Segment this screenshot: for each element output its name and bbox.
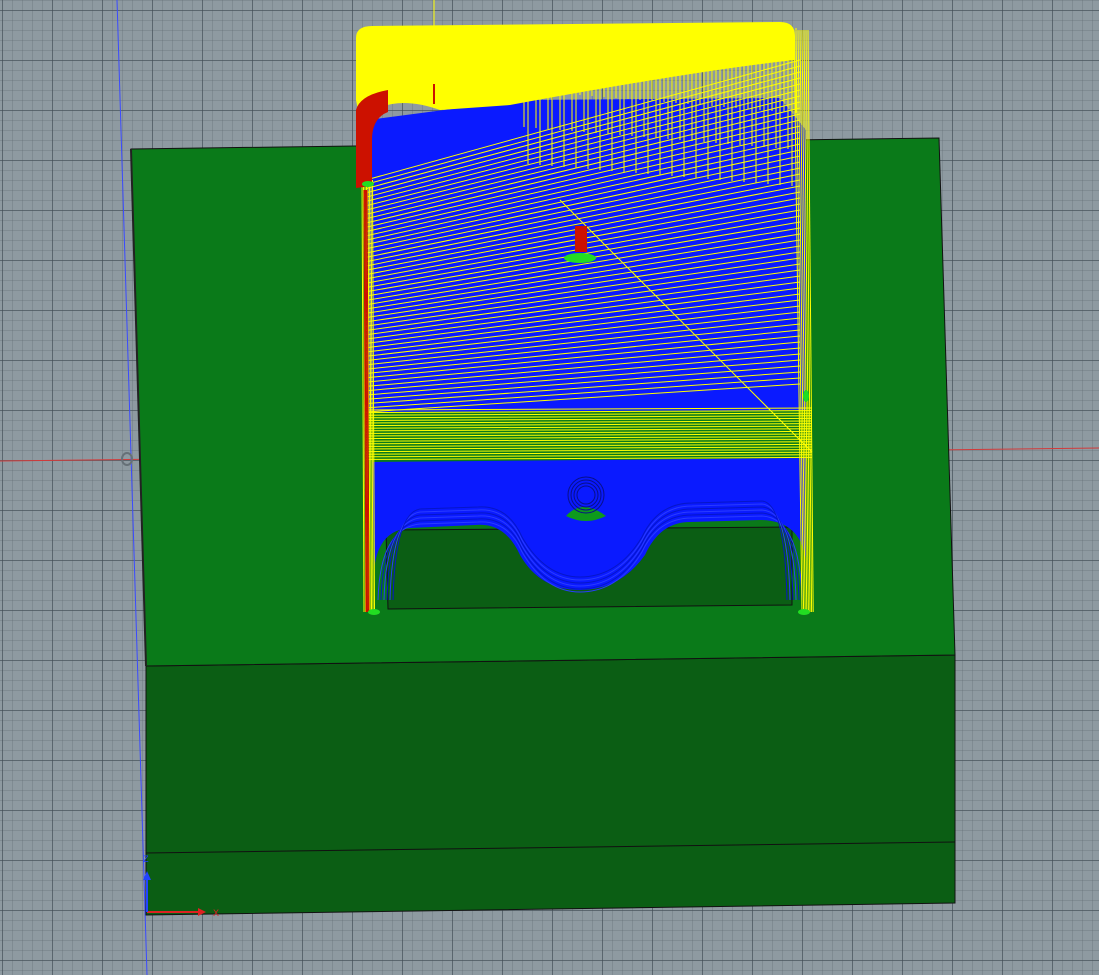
entry-marker (798, 609, 810, 615)
entry-marker (362, 181, 374, 187)
entry-marker (368, 609, 380, 615)
toolpath-scene[interactable]: X Z (0, 0, 1099, 975)
entry-marker (803, 390, 809, 402)
axis-x-label: X (213, 908, 219, 918)
axis-z-label: Z (143, 854, 149, 864)
stock-front-face (145, 654, 956, 916)
entry-marker (564, 253, 596, 263)
cam-3d-viewport[interactable]: X Z (0, 0, 1099, 975)
